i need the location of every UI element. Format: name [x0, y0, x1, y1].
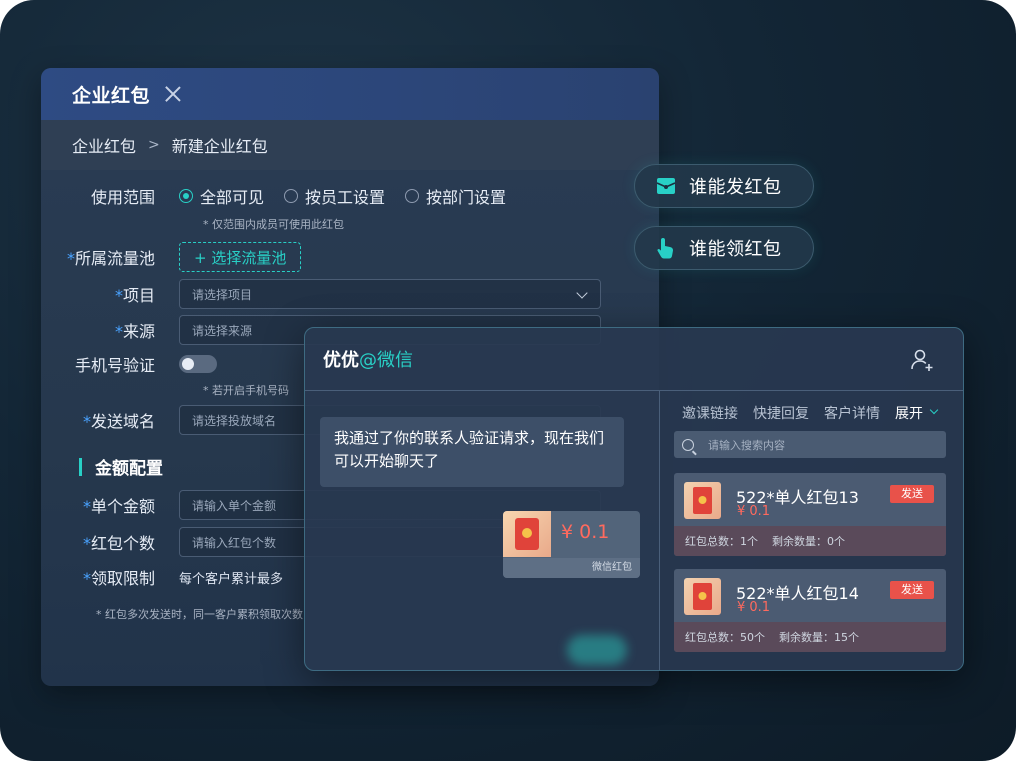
- scope-option-employee[interactable]: 按员工设置: [284, 184, 385, 208]
- red-packet-image: [503, 511, 551, 557]
- select-pool-button[interactable]: + 选择流量池: [179, 242, 302, 272]
- search-placeholder: 请输入搜索内容: [708, 438, 785, 452]
- who-can-send-pill[interactable]: 谁能发红包: [634, 164, 814, 208]
- who-can-receive-label: 谁能领红包: [689, 239, 782, 260]
- panel-header: 企业红包: [41, 68, 659, 120]
- footnote: * 红包多次发送时，同一客户累积领取次数: [96, 608, 303, 621]
- list-item: 522*单人红包13 ¥ 0.1 发送 红包总数：1个 剩余数量：0个: [674, 473, 946, 556]
- send-button[interactable]: 发送: [890, 485, 934, 503]
- project-select[interactable]: 请选择项目: [179, 279, 601, 309]
- list-item: 522*单人红包14 ¥ 0.1 发送 红包总数：50个 剩余数量：15个: [674, 569, 946, 652]
- red-packet-thumb: [684, 482, 721, 519]
- who-can-receive-pill[interactable]: 谁能领红包: [634, 226, 814, 270]
- breadcrumb: 企业红包 > 新建企业红包: [41, 120, 659, 170]
- phone-label: 手机号验证: [74, 356, 155, 375]
- domain-label: *发送域名: [82, 412, 155, 431]
- item-footer: 红包总数：50个 剩余数量：15个: [674, 622, 946, 652]
- item-total: 红包总数：50个: [685, 631, 765, 644]
- radio-icon: [405, 189, 420, 203]
- side-tabs: 邀课链接 快捷回复 客户详情 展开: [682, 403, 939, 423]
- who-can-send-label: 谁能发红包: [689, 177, 782, 198]
- scope-option-all[interactable]: 全部可见: [179, 184, 264, 208]
- project-row: *项目 请选择项目: [41, 279, 601, 309]
- chevron-down-icon: [576, 287, 588, 299]
- send-button[interactable]: 发送: [890, 581, 934, 599]
- red-packet-thumb: [684, 578, 721, 615]
- count-placeholder: 请输入红包个数: [192, 535, 277, 550]
- item-amount: ¥ 0.1: [737, 600, 771, 615]
- side-panel: 邀课链接 快捷回复 客户详情 展开 请输入搜索内容 522*单人红包13 ¥ 0…: [661, 391, 963, 670]
- source-placeholder: 请选择来源: [192, 323, 253, 338]
- red-packet-footer: 微信红包: [503, 558, 640, 578]
- hand-pointer-icon: [657, 238, 673, 259]
- scope-row: 使用范围 全部可见 按员工设置 按部门设置: [41, 184, 526, 208]
- tab-quick-reply[interactable]: 快捷回复: [753, 403, 809, 423]
- item-remaining: 剩余数量：15个: [779, 631, 859, 644]
- close-icon[interactable]: [164, 85, 182, 103]
- scope-option-label: 按部门设置: [426, 188, 507, 207]
- panel-title: 企业红包: [72, 84, 151, 107]
- breadcrumb-current: 新建企业红包: [171, 137, 268, 156]
- project-placeholder: 请选择项目: [192, 287, 253, 302]
- item-amount: ¥ 0.1: [737, 504, 771, 519]
- scope-option-label: 全部可见: [200, 188, 265, 207]
- tab-expand[interactable]: 展开: [895, 403, 923, 423]
- scope-label: 使用范围: [90, 188, 155, 207]
- add-user-icon[interactable]: [909, 347, 935, 373]
- single-amount-placeholder: 请输入单个金额: [192, 498, 277, 513]
- item-total: 红包总数：1个: [685, 535, 758, 548]
- message-bubble: 我通过了你的联系人验证请求，现在我们可以开始聊天了: [320, 417, 624, 487]
- amount-section-title: 金额配置: [79, 454, 163, 479]
- send-button-glow: [567, 635, 627, 665]
- breadcrumb-parent[interactable]: 企业红包: [72, 133, 136, 157]
- background-stage: 企业红包 企业红包 > 新建企业红包 使用范围 全部可见 按员工设置 按部门设置…: [0, 0, 1016, 761]
- limit-row: *领取限制 每个客户累计最多: [41, 565, 283, 589]
- project-label: *项目: [114, 286, 155, 305]
- count-label: *红包个数: [82, 534, 155, 553]
- item-footer: 红包总数：1个 剩余数量：0个: [674, 526, 946, 556]
- pool-row: *所属流量池 + 选择流量池: [41, 242, 302, 272]
- contact-source: @微信: [359, 350, 413, 371]
- radio-selected-icon: [179, 189, 193, 203]
- section-bar: [79, 457, 82, 476]
- chat-conversation: 我通过了你的联系人验证请求，现在我们可以开始聊天了 ¥ 0.1 微信红包: [305, 391, 660, 670]
- chat-window: 优优 @微信 我通过了你的联系人验证请求，现在我们可以开始聊天了 ¥ 0.1 微…: [304, 327, 964, 671]
- red-packet-icon: [656, 178, 676, 194]
- phone-verify-toggle[interactable]: [179, 355, 217, 373]
- pool-label: *所属流量池: [66, 249, 155, 268]
- single-amount-label: *单个金额: [82, 497, 155, 516]
- phone-hint: * 若开启手机号码: [203, 384, 289, 397]
- limit-text: 每个客户累计最多: [179, 571, 284, 587]
- item-remaining: 剩余数量：0个: [772, 535, 845, 548]
- chevron-right-icon: >: [148, 137, 160, 153]
- red-packet-message[interactable]: ¥ 0.1 微信红包: [503, 511, 640, 578]
- radio-icon: [284, 189, 299, 203]
- contact-name: 优优: [323, 350, 359, 371]
- scope-hint: * 仅范围内成员可使用此红包: [203, 218, 344, 231]
- chat-header: 优优 @微信: [305, 328, 963, 391]
- source-label: *来源: [114, 322, 155, 341]
- phone-row: 手机号验证: [41, 352, 217, 376]
- limit-label: *领取限制: [82, 569, 155, 588]
- domain-placeholder: 请选择投放域名: [192, 413, 277, 428]
- tab-invite-link[interactable]: 邀课链接: [682, 403, 738, 423]
- search-input[interactable]: 请输入搜索内容: [674, 431, 946, 458]
- scope-option-department[interactable]: 按部门设置: [405, 184, 506, 208]
- red-packet-amount: ¥ 0.1: [561, 521, 610, 543]
- tab-customer-detail[interactable]: 客户详情: [824, 403, 880, 423]
- search-icon: [682, 438, 694, 451]
- chevron-down-icon: [929, 405, 939, 415]
- scope-option-label: 按员工设置: [305, 188, 386, 207]
- section-title-text: 金额配置: [95, 459, 163, 479]
